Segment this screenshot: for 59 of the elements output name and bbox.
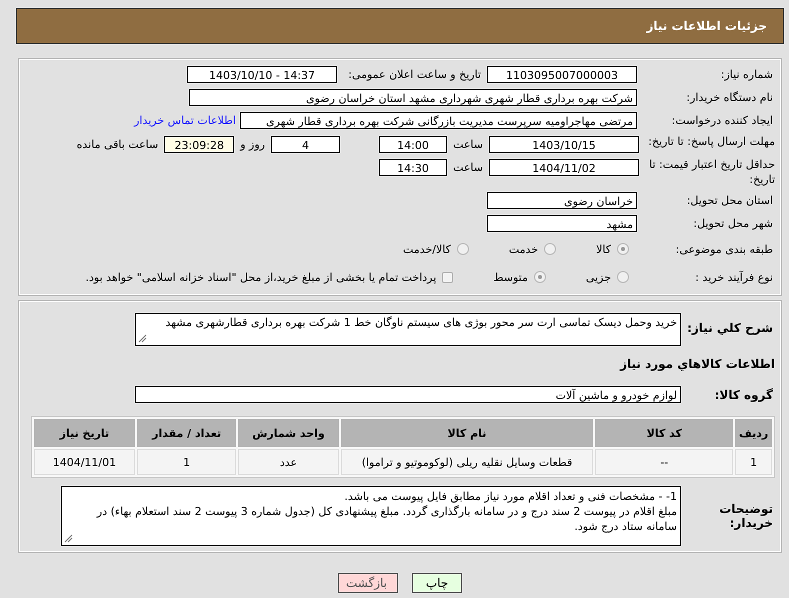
field-label: طبقه بندی موضوعی: bbox=[674, 242, 774, 256]
back-button[interactable]: بازگشت bbox=[338, 573, 398, 593]
checkbox[interactable] bbox=[442, 272, 454, 282]
field-label: شهر محل تحویل: bbox=[692, 217, 774, 230]
column-header: کد کالا bbox=[595, 419, 734, 447]
time-field: 14:30 bbox=[379, 159, 447, 176]
date-field: 1404/11/02 bbox=[489, 159, 639, 176]
field-label: ساعت bbox=[452, 138, 484, 151]
description-textarea[interactable]: خرید وحمل دیسک تماسی ارت سر محور بوژی های سیستم ناوگان خط 1 شرکت بهره برداری قطارشهری مشهد bbox=[135, 313, 681, 346]
field-label: ایجاد کننده درخواست: bbox=[670, 114, 774, 127]
table-cell: 1 bbox=[136, 449, 236, 475]
field-label: توضیحات خریدار: bbox=[718, 502, 774, 530]
field-label: مهلت ارسال پاسخ: تا تاریخ: bbox=[647, 134, 775, 149]
option-label: جزیی bbox=[586, 270, 611, 284]
print-button[interactable]: چاپ bbox=[412, 573, 462, 593]
radio-button[interactable] bbox=[456, 243, 469, 255]
column-header: واحد شمارش bbox=[238, 419, 339, 447]
column-header: ردیف bbox=[735, 419, 772, 447]
payment-note: پرداخت تمام یا بخشی از مبلغ خرید،از محل "اسناد خزانه اسلامی" خواهد بود. bbox=[86, 270, 436, 284]
column-header: تعداد / مقدار bbox=[136, 419, 236, 447]
resize-grip-icon[interactable] bbox=[64, 534, 73, 543]
notes-textarea[interactable]: 1- - مشخصات فنی و تعداد اقلام مورد نیاز مطابق فایل پیوست می باشد. مبلغ اقلام در پیوست 2 سند درج و در سامانه بارگذاری گردد. مبلغ پیشنهادی کل (جدول شماره 3 پیوست 2 سند استعلام بهاء) در سامانه ستاد درج شود. bbox=[61, 486, 681, 546]
option-label: متوسط bbox=[493, 270, 528, 284]
option-label: کالا bbox=[596, 242, 611, 256]
field-label: روز و bbox=[238, 138, 266, 151]
radio-button[interactable] bbox=[544, 243, 556, 255]
radio-button[interactable] bbox=[534, 271, 546, 283]
option-label: کالا/خدمت bbox=[403, 242, 451, 256]
page-header: جزئیات اطلاعات نیاز bbox=[16, 8, 784, 44]
radio-button[interactable] bbox=[617, 271, 629, 283]
days-field: 4 bbox=[271, 136, 340, 153]
buyer-contact-link[interactable]: اطلاعات تماس خریدار bbox=[134, 114, 240, 127]
table-cell: قطعات وسایل نقلیه ریلی (لوکوموتیو و تراموا) bbox=[340, 449, 594, 475]
countdown-field: 23:09:28 bbox=[164, 136, 234, 153]
need-number-field: 1103095007000003 bbox=[487, 66, 637, 83]
table-cell: -- bbox=[595, 449, 734, 475]
resize-grip-icon[interactable] bbox=[138, 334, 147, 343]
field-label: شماره نیاز: bbox=[720, 68, 774, 81]
date-field: 1403/10/15 bbox=[489, 136, 639, 153]
field-label: تاریخ و ساعت اعلان عمومی: bbox=[347, 68, 482, 81]
field-label: گروه کالا: bbox=[714, 388, 774, 402]
column-header: تاریخ نیاز bbox=[34, 419, 135, 447]
radio-button[interactable] bbox=[617, 243, 629, 255]
section-heading: اطلاعات کالاهاي مورد نياز bbox=[620, 356, 775, 370]
date-field: 1403/10/10 - 14:37 bbox=[187, 66, 337, 83]
table-cell: 1 bbox=[735, 449, 772, 475]
field-label: حداقل تاریخ اعتبار قیمت: تا تاریخ: bbox=[648, 157, 775, 187]
field-label: استان محل تحویل: bbox=[686, 194, 774, 207]
time-field: 14:00 bbox=[379, 136, 447, 153]
table-cell: 1404/11/01 bbox=[34, 449, 135, 475]
field-label: نوع فرآیند خرید : bbox=[694, 270, 774, 284]
field-label: ساعت باقی مانده bbox=[76, 138, 160, 151]
option-label: خدمت bbox=[508, 242, 538, 256]
column-header: نام کالا bbox=[340, 419, 594, 447]
goods-group-field: لوازم خودرو و ماشین آلات bbox=[135, 386, 681, 403]
field-label: شرح کلي نياز: bbox=[686, 320, 774, 335]
table-cell: عدد bbox=[238, 449, 339, 475]
field-label: ساعت bbox=[452, 161, 484, 174]
field-label: نام دستگاه خریدار: bbox=[685, 91, 774, 104]
